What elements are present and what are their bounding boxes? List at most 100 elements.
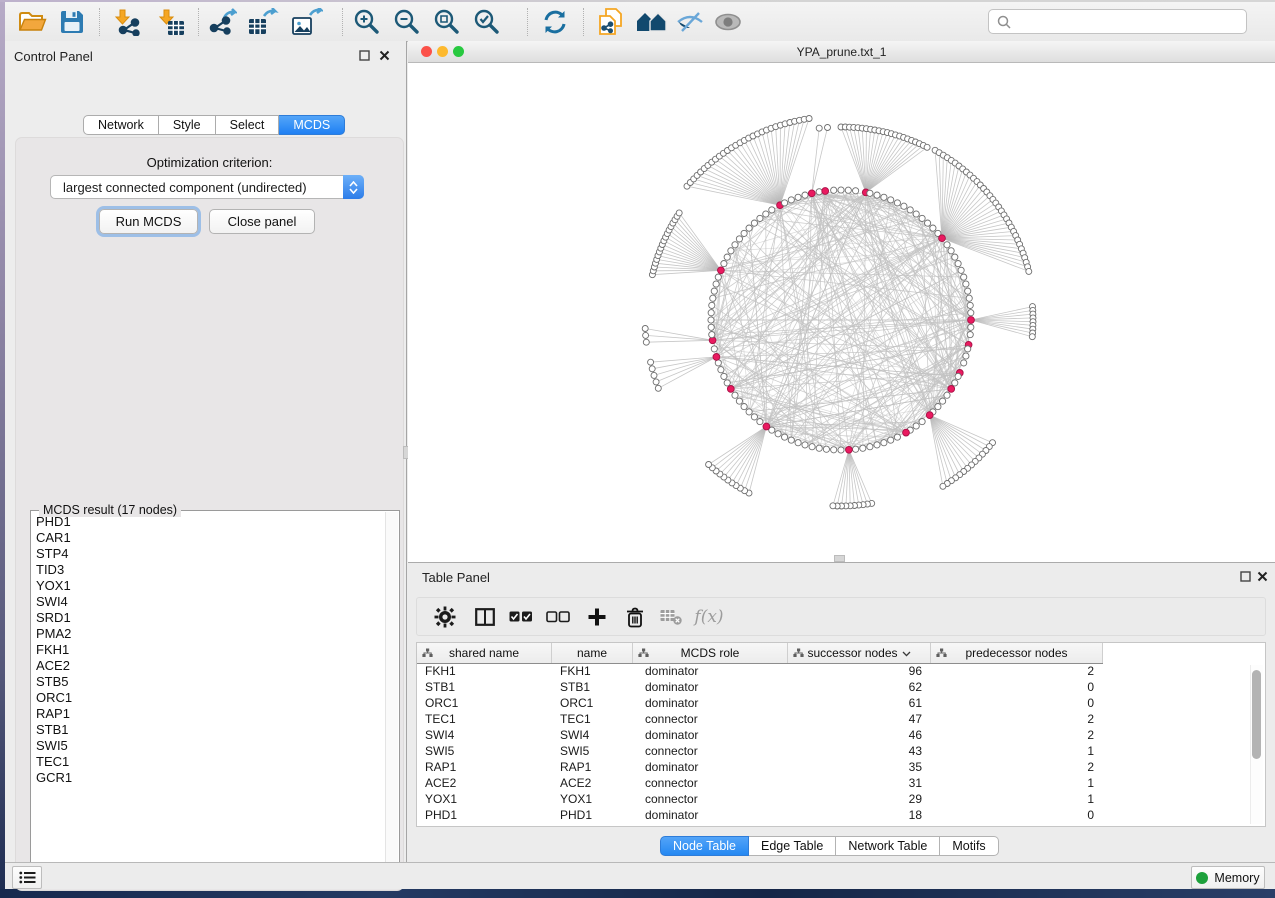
cell-predecessor-nodes[interactable]: 2 bbox=[931, 711, 1103, 727]
network-window-titlebar[interactable]: YPA_prune.txt_1 bbox=[408, 41, 1275, 63]
delete-column-icon[interactable] bbox=[619, 601, 651, 633]
cell-name[interactable]: RAP1 bbox=[552, 759, 633, 775]
memory-button[interactable]: Memory bbox=[1191, 866, 1265, 889]
zoom-out-icon[interactable] bbox=[389, 5, 425, 39]
cell-successor-nodes[interactable]: 96 bbox=[788, 663, 931, 679]
zoom-selected-icon[interactable] bbox=[469, 5, 505, 39]
mcds-result-item[interactable]: STP4 bbox=[31, 546, 383, 562]
cell-successor-nodes[interactable]: 31 bbox=[788, 775, 931, 791]
cell-MCDS-role[interactable]: dominator bbox=[633, 663, 788, 679]
close-table-panel-icon[interactable] bbox=[1257, 571, 1268, 582]
table-options-icon[interactable] bbox=[429, 601, 461, 633]
tab-edge-table[interactable]: Edge Table bbox=[749, 836, 836, 856]
cell-shared-name[interactable]: SWI4 bbox=[417, 727, 552, 743]
cell-name[interactable]: FKH1 bbox=[552, 663, 633, 679]
mcds-result-item[interactable]: SWI5 bbox=[31, 738, 383, 754]
tab-select[interactable]: Select bbox=[216, 115, 280, 135]
network-svg[interactable] bbox=[408, 63, 1275, 562]
cell-shared-name[interactable]: PHD1 bbox=[417, 807, 552, 823]
cell-shared-name[interactable]: YOX1 bbox=[417, 791, 552, 807]
cell-shared-name[interactable]: RAP1 bbox=[417, 759, 552, 775]
cell-MCDS-role[interactable]: dominator bbox=[633, 807, 788, 823]
column-header-predecessor-nodes[interactable]: predecessor nodes bbox=[931, 643, 1103, 663]
float-panel-icon[interactable] bbox=[359, 50, 370, 61]
cell-successor-nodes[interactable]: 47 bbox=[788, 711, 931, 727]
mcds-result-item[interactable]: TEC1 bbox=[31, 754, 383, 770]
mcds-result-item[interactable]: ACE2 bbox=[31, 658, 383, 674]
float-table-panel-icon[interactable] bbox=[1240, 571, 1251, 582]
mcds-result-item[interactable]: SWI4 bbox=[31, 594, 383, 610]
task-history-button[interactable] bbox=[12, 866, 42, 889]
mcds-result-item[interactable]: RAP1 bbox=[31, 706, 383, 722]
function-builder-icon[interactable]: f(x) bbox=[693, 601, 725, 633]
cell-predecessor-nodes[interactable]: 1 bbox=[931, 775, 1103, 791]
cell-successor-nodes[interactable]: 43 bbox=[788, 743, 931, 759]
export-network-icon[interactable] bbox=[204, 5, 240, 39]
column-header-MCDS-role[interactable]: MCDS role bbox=[633, 643, 788, 663]
mcds-list-scrollbar[interactable] bbox=[385, 512, 398, 878]
show-all-icon[interactable] bbox=[710, 5, 746, 39]
mcds-result-item[interactable]: CAR1 bbox=[31, 530, 383, 546]
cell-shared-name[interactable]: ACE2 bbox=[417, 775, 552, 791]
mcds-result-item[interactable]: ORC1 bbox=[31, 690, 383, 706]
cell-successor-nodes[interactable]: 46 bbox=[788, 727, 931, 743]
table-row[interactable]: PHD1PHD1dominator180 bbox=[417, 807, 1245, 823]
cell-name[interactable]: PHD1 bbox=[552, 807, 633, 823]
cell-MCDS-role[interactable]: dominator bbox=[633, 759, 788, 775]
cell-successor-nodes[interactable]: 62 bbox=[788, 679, 931, 695]
cell-MCDS-role[interactable]: connector bbox=[633, 711, 788, 727]
cell-successor-nodes[interactable]: 29 bbox=[788, 791, 931, 807]
cell-successor-nodes[interactable]: 18 bbox=[788, 807, 931, 823]
cell-MCDS-role[interactable]: connector bbox=[633, 791, 788, 807]
table-row[interactable]: YOX1YOX1connector291 bbox=[417, 791, 1245, 807]
table-row[interactable]: RAP1RAP1dominator352 bbox=[417, 759, 1245, 775]
duplicate-network-icon[interactable] bbox=[592, 5, 628, 39]
zoom-in-icon[interactable] bbox=[349, 5, 385, 39]
cell-name[interactable]: ACE2 bbox=[552, 775, 633, 791]
cell-successor-nodes[interactable]: 35 bbox=[788, 759, 931, 775]
cell-name[interactable]: SWI5 bbox=[552, 743, 633, 759]
table-scrollbar[interactable] bbox=[1250, 665, 1263, 824]
open-file-icon[interactable] bbox=[14, 5, 50, 39]
run-mcds-button[interactable]: Run MCDS bbox=[99, 209, 198, 234]
optimization-criterion-select[interactable]: largest connected component (undirected) bbox=[50, 175, 364, 199]
cell-name[interactable]: TEC1 bbox=[552, 711, 633, 727]
save-session-icon[interactable] bbox=[54, 5, 90, 39]
cell-predecessor-nodes[interactable]: 1 bbox=[931, 791, 1103, 807]
table-row[interactable]: SWI4SWI4dominator462 bbox=[417, 727, 1245, 743]
export-table-icon[interactable] bbox=[245, 5, 281, 39]
tab-network-table[interactable]: Network Table bbox=[836, 836, 940, 856]
import-network-icon[interactable] bbox=[109, 5, 145, 39]
mcds-result-item[interactable]: FKH1 bbox=[31, 642, 383, 658]
cell-name[interactable]: ORC1 bbox=[552, 695, 633, 711]
cell-MCDS-role[interactable]: connector bbox=[633, 775, 788, 791]
import-table-icon[interactable] bbox=[153, 5, 189, 39]
cell-shared-name[interactable]: ORC1 bbox=[417, 695, 552, 711]
cell-name[interactable]: SWI4 bbox=[552, 727, 633, 743]
tab-motifs[interactable]: Motifs bbox=[940, 836, 998, 856]
tab-network[interactable]: Network bbox=[83, 115, 159, 135]
export-image-icon[interactable] bbox=[289, 5, 325, 39]
refresh-view-icon[interactable] bbox=[537, 5, 573, 39]
search-input[interactable] bbox=[1016, 14, 1246, 30]
table-row[interactable]: TEC1TEC1connector472 bbox=[417, 711, 1245, 727]
select-all-checks-icon[interactable] bbox=[505, 601, 537, 633]
cell-shared-name[interactable]: STB1 bbox=[417, 679, 552, 695]
table-splitter-handle[interactable] bbox=[834, 555, 845, 562]
cell-shared-name[interactable]: SWI5 bbox=[417, 743, 552, 759]
cell-MCDS-role[interactable]: dominator bbox=[633, 679, 788, 695]
zoom-fit-icon[interactable] bbox=[429, 5, 465, 39]
cell-shared-name[interactable]: TEC1 bbox=[417, 711, 552, 727]
table-row[interactable]: ACE2ACE2connector311 bbox=[417, 775, 1245, 791]
tab-mcds[interactable]: MCDS bbox=[279, 115, 345, 135]
cell-name[interactable]: STB1 bbox=[552, 679, 633, 695]
cell-predecessor-nodes[interactable]: 2 bbox=[931, 663, 1103, 679]
column-header-successor-nodes[interactable]: successor nodes bbox=[788, 643, 931, 663]
close-panel-icon[interactable] bbox=[379, 50, 390, 61]
delete-table-icon[interactable] bbox=[655, 601, 687, 633]
table-row[interactable]: STB1STB1dominator620 bbox=[417, 679, 1245, 695]
table-row[interactable]: SWI5SWI5connector431 bbox=[417, 743, 1245, 759]
mcds-result-item[interactable]: STB1 bbox=[31, 722, 383, 738]
mcds-result-item[interactable]: YOX1 bbox=[31, 578, 383, 594]
column-header-shared-name[interactable]: shared name bbox=[417, 643, 552, 663]
